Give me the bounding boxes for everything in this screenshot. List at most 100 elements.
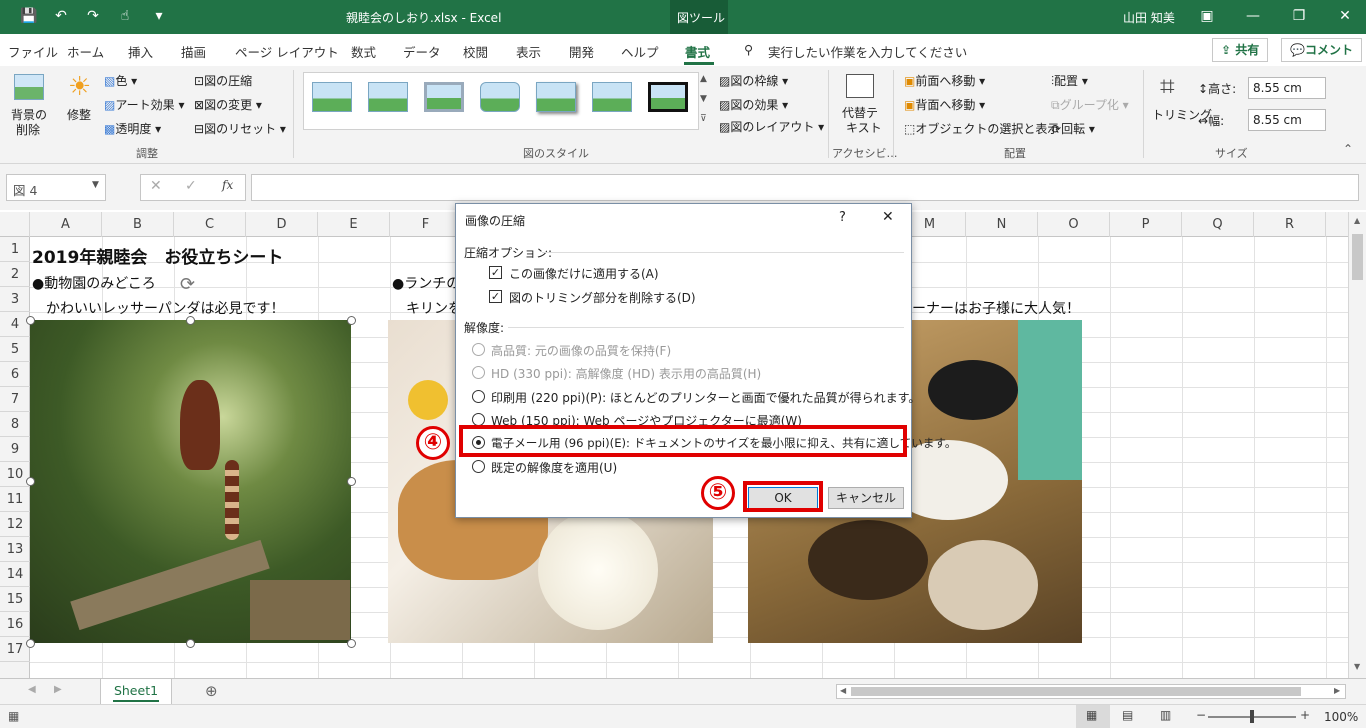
- delete-cropped-checkbox[interactable]: ✓: [489, 290, 502, 303]
- row-header[interactable]: 15: [0, 587, 30, 612]
- normal-view-button[interactable]: ▦: [1076, 705, 1110, 728]
- picture-layout-button[interactable]: ▨図のレイアウト ▾: [719, 118, 824, 135]
- column-header[interactable]: F: [390, 212, 462, 237]
- formula-input[interactable]: [251, 174, 1359, 201]
- macro-record-icon[interactable]: ▦: [8, 709, 19, 723]
- user-name[interactable]: 山田 知美: [1123, 9, 1175, 26]
- change-picture-button[interactable]: ⊠図の変更 ▾: [194, 96, 262, 113]
- column-header[interactable]: A: [30, 212, 102, 237]
- row-header[interactable]: 4: [0, 312, 30, 337]
- cell-f3[interactable]: キリンを: [406, 298, 462, 318]
- zoom-out-icon[interactable]: −: [1196, 708, 1206, 722]
- radio-high-fidelity[interactable]: [472, 343, 485, 356]
- share-button[interactable]: ⇪ 共有: [1212, 38, 1269, 62]
- radio-default[interactable]: [472, 460, 485, 473]
- row-header[interactable]: 13: [0, 537, 30, 562]
- row-header[interactable]: 16: [0, 612, 30, 637]
- h-scroll-thumb[interactable]: [851, 687, 1301, 696]
- row-header[interactable]: 7: [0, 387, 30, 412]
- resize-handle[interactable]: [26, 316, 35, 325]
- tab-review[interactable]: 校閲: [463, 42, 488, 61]
- column-header[interactable]: B: [102, 212, 174, 237]
- cancel-icon[interactable]: ✕: [150, 178, 162, 194]
- delete-cropped-label[interactable]: 図のトリミング部分を削除する(D): [509, 289, 696, 306]
- column-header[interactable]: R: [1254, 212, 1326, 237]
- tab-developer[interactable]: 開発: [569, 42, 594, 61]
- tab-home[interactable]: ホーム: [67, 42, 104, 61]
- width-input[interactable]: 8.55 cm: [1248, 109, 1326, 131]
- name-box-dropdown-icon[interactable]: ▼: [92, 180, 99, 190]
- res-high-label[interactable]: 高品質: 元の画像の品質を保持(F): [491, 342, 671, 359]
- name-box[interactable]: 図 4: [6, 174, 106, 201]
- row-header[interactable]: 2: [0, 262, 30, 287]
- enter-icon[interactable]: ✓: [185, 178, 197, 194]
- minimize-icon[interactable]: —: [1244, 7, 1262, 25]
- resize-handle[interactable]: [347, 639, 356, 648]
- alt-text-label-2[interactable]: キスト: [846, 119, 882, 136]
- reset-picture-button[interactable]: ⊟図のリセット ▾: [194, 120, 286, 137]
- sheet-tab-sheet1[interactable]: Sheet1: [100, 679, 172, 705]
- compress-pictures-button[interactable]: ⊡図の圧縮: [194, 72, 252, 89]
- customize-qat-icon[interactable]: ▾: [150, 7, 168, 25]
- column-header[interactable]: N: [966, 212, 1038, 237]
- row-header[interactable]: 11: [0, 487, 30, 512]
- select-all-corner[interactable]: [0, 212, 30, 237]
- picture-style-4[interactable]: [480, 82, 520, 112]
- row-header[interactable]: 14: [0, 562, 30, 587]
- row-header[interactable]: 3: [0, 287, 30, 312]
- row-header[interactable]: 8: [0, 412, 30, 437]
- radio-hd[interactable]: [472, 366, 485, 379]
- row-header[interactable]: 12: [0, 512, 30, 537]
- tab-page-layout[interactable]: ページ レイアウト: [235, 42, 339, 61]
- insert-function-icon[interactable]: fx: [222, 178, 233, 192]
- picture-style-7[interactable]: [648, 82, 688, 112]
- remove-bg-label-2[interactable]: 削除: [16, 121, 40, 138]
- close-icon[interactable]: ✕: [882, 209, 894, 225]
- bring-forward-button[interactable]: ▣前面へ移動 ▾: [904, 72, 985, 89]
- comments-button[interactable]: 💬コメント: [1281, 38, 1362, 62]
- picture-style-6[interactable]: [592, 82, 632, 112]
- gallery-up-icon[interactable]: ▲: [700, 74, 707, 84]
- group-button[interactable]: ⧉グループ化 ▾: [1051, 96, 1129, 113]
- resize-handle[interactable]: [186, 316, 195, 325]
- crop-icon[interactable]: ⌗: [1160, 72, 1175, 103]
- tab-help[interactable]: ヘルプ: [621, 42, 659, 61]
- tab-data[interactable]: データ: [403, 42, 441, 61]
- collapse-ribbon-icon[interactable]: ⌃: [1343, 142, 1353, 156]
- row-header[interactable]: 1: [0, 237, 30, 262]
- picture-style-1[interactable]: [312, 82, 352, 112]
- row-header[interactable]: 5: [0, 337, 30, 362]
- zoom-slider-thumb[interactable]: [1250, 710, 1254, 723]
- column-header[interactable]: E: [318, 212, 390, 237]
- cancel-button[interactable]: キャンセル: [828, 487, 904, 509]
- picture-effects-button[interactable]: ▨図の効果 ▾: [719, 96, 788, 113]
- tab-format[interactable]: 書式: [685, 42, 710, 61]
- artistic-effects-button[interactable]: ▨アート効果 ▾: [104, 96, 184, 113]
- column-header[interactable]: P: [1110, 212, 1182, 237]
- restore-icon[interactable]: ❐: [1290, 7, 1308, 25]
- prev-sheet-icon[interactable]: ◀: [28, 684, 36, 695]
- row-header[interactable]: 6: [0, 362, 30, 387]
- column-header[interactable]: C: [174, 212, 246, 237]
- res-print-label[interactable]: 印刷用 (220 ppi)(P): ほとんどのプリンターと画面で優れた品質が得ら…: [491, 389, 920, 406]
- scroll-left-icon[interactable]: ◀: [840, 686, 846, 695]
- next-sheet-icon[interactable]: ▶: [54, 684, 62, 695]
- res-default-label[interactable]: 既定の解像度を適用(U): [491, 459, 617, 476]
- resize-handle[interactable]: [186, 639, 195, 648]
- ribbon-display-icon[interactable]: ▣: [1198, 7, 1216, 25]
- scroll-right-icon[interactable]: ▶: [1334, 686, 1340, 695]
- remove-background-icon[interactable]: [14, 74, 44, 100]
- help-icon[interactable]: ?: [839, 210, 846, 225]
- tab-draw[interactable]: 描画: [181, 42, 206, 61]
- cell-a1[interactable]: 2019年親睦会 お役立ちシート: [32, 243, 283, 268]
- touch-mode-icon[interactable]: ☝: [116, 7, 134, 25]
- cell-a2[interactable]: ●動物園のみどころ: [32, 273, 156, 293]
- column-header[interactable]: D: [246, 212, 318, 237]
- add-sheet-icon[interactable]: ⊕: [205, 682, 218, 700]
- resize-handle[interactable]: [26, 477, 35, 486]
- cell-a3[interactable]: かわいいレッサーパンダは必見です！: [46, 298, 285, 318]
- picture-style-5[interactable]: [536, 82, 576, 112]
- cell-k3[interactable]: ーナーはお子様に大人気！: [912, 298, 1080, 318]
- corrections-button[interactable]: 修整: [67, 106, 91, 123]
- apply-only-checkbox[interactable]: ✓: [489, 266, 502, 279]
